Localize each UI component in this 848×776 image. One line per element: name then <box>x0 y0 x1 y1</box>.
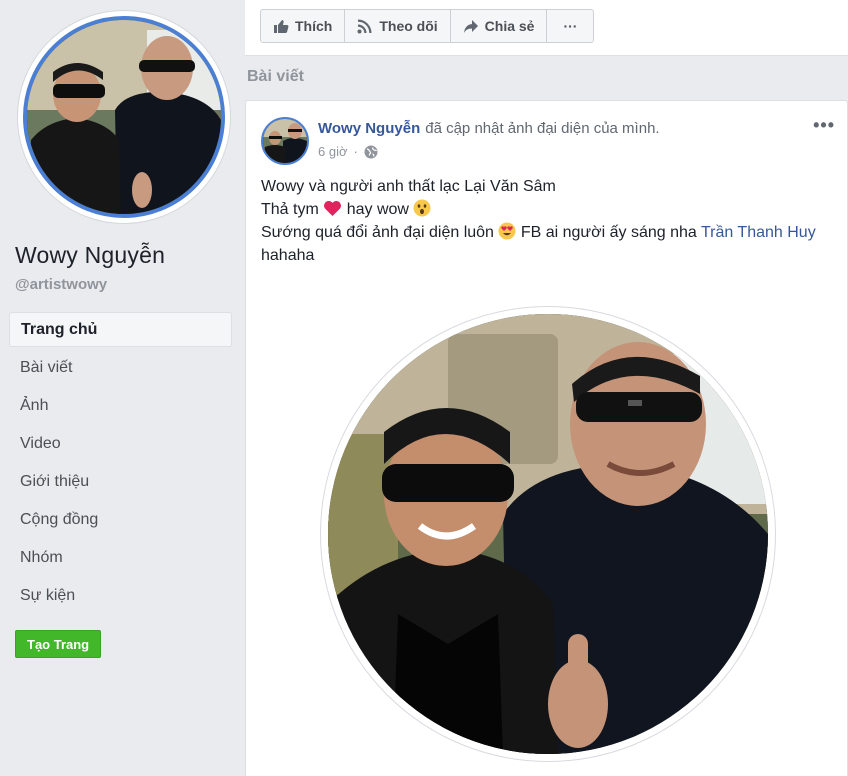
share-button[interactable]: Chia sẻ <box>451 10 548 42</box>
post-photo-image <box>328 314 768 754</box>
wow-face-icon <box>413 199 431 217</box>
nav-item-about[interactable]: Giới thiệu <box>9 464 232 502</box>
post-action-text: đã cập nhật ảnh đại diện của mình. <box>425 120 660 137</box>
nav-item-community[interactable]: Cộng đồng <box>9 502 232 540</box>
post-line-2-text-a: Thả tym <box>261 201 319 218</box>
profile-photo-image <box>23 16 225 218</box>
profile-handle[interactable]: @artistwowy <box>15 276 107 293</box>
section-title: Bài viết <box>247 68 304 85</box>
globe-icon[interactable] <box>364 145 378 159</box>
like-label: Thích <box>295 18 333 34</box>
profile-picture[interactable] <box>17 10 231 224</box>
post-options-icon[interactable]: ••• <box>813 115 835 136</box>
nav-item-videos[interactable]: Video <box>9 426 232 464</box>
like-button[interactable]: Thích <box>261 10 346 42</box>
post-timestamp[interactable]: 6 giờ <box>318 144 348 159</box>
nav-item-photos[interactable]: Ảnh <box>9 388 232 426</box>
thumbs-up-icon <box>274 20 289 33</box>
share-arrow-icon <box>463 20 478 33</box>
post-author-avatar[interactable] <box>261 117 309 165</box>
follow-label: Theo dõi <box>379 18 438 34</box>
nav-item-home[interactable]: Trang chủ <box>9 312 232 347</box>
post-line-2: Thả tym hay wow <box>261 198 821 221</box>
create-page-button[interactable]: Tạo Trang <box>15 630 102 658</box>
more-actions-button[interactable]: ··· <box>547 10 593 42</box>
page-navigation: Trang chủ Bài viết Ảnh Video Giới thiệu … <box>9 312 232 616</box>
left-sidebar: Wowy Nguyễn @artistwowy Trang chủ Bài vi… <box>0 0 245 776</box>
post-photo-frame[interactable] <box>320 306 776 762</box>
rss-icon <box>357 19 372 34</box>
page-action-card: Thích Theo dõi Chia sẻ ··· <box>245 0 848 56</box>
post-line-3-text-c: hahaha <box>261 247 315 264</box>
post-line-3-text-a: Sướng quá đổi ảnh đại diện luôn <box>261 224 494 241</box>
post-card: Wowy Nguyễn đã cập nhật ảnh đại diện của … <box>245 100 848 776</box>
red-heart-icon <box>324 200 342 217</box>
share-label: Chia sẻ <box>484 18 535 34</box>
post-line-1: Wowy và người anh thất lạc Lại Văn Sâm <box>261 178 556 195</box>
nav-item-posts[interactable]: Bài viết <box>9 350 232 388</box>
post-line-2-text-b: hay wow <box>346 201 409 218</box>
mention-link[interactable]: Trần Thanh Huy <box>701 224 816 241</box>
heart-eyes-icon <box>498 222 516 240</box>
post-line-3: Sướng quá đổi ảnh đại diện luôn FB ai ng… <box>261 221 821 267</box>
post-message: Wowy và người anh thất lạc Lại Văn Sâm T… <box>261 175 821 267</box>
page-action-bar: Thích Theo dõi Chia sẻ ··· <box>260 9 595 43</box>
nav-item-groups[interactable]: Nhóm <box>9 540 232 578</box>
post-author-name[interactable]: Wowy Nguyễn <box>318 120 420 137</box>
nav-item-events[interactable]: Sự kiện <box>9 578 232 616</box>
follow-button[interactable]: Theo dõi <box>345 10 451 42</box>
profile-name[interactable]: Wowy Nguyễn <box>15 242 165 269</box>
post-meta: 6 giờ · <box>318 144 378 159</box>
post-line-3-text-b: FB ai người ấy sáng nha <box>520 224 697 241</box>
post-header: Wowy Nguyễn đã cập nhật ảnh đại diện của … <box>318 120 660 137</box>
more-dots-icon: ··· <box>563 18 578 34</box>
